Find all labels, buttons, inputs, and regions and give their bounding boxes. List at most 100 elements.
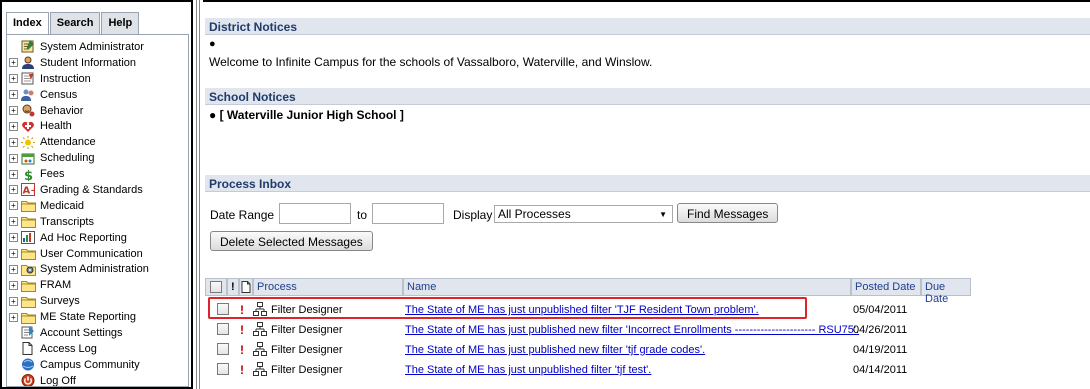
find-messages-button[interactable]: Find Messages <box>677 203 779 223</box>
nav-item-label: Attendance <box>40 136 96 149</box>
nav-item-grading-standards[interactable]: + A+ Grading & Standards <box>9 182 188 198</box>
process-cell: Filter Designer <box>271 324 343 336</box>
select-all-checkbox[interactable] <box>210 281 222 293</box>
nav-item-label: ME State Reporting <box>40 311 136 324</box>
expand-icon[interactable]: + <box>9 249 18 259</box>
nav-item-scheduling[interactable]: + Scheduling <box>9 150 188 166</box>
community-icon <box>21 358 35 371</box>
row-checkbox[interactable] <box>217 323 229 335</box>
fees-icon: $ <box>21 168 35 181</box>
row-checkbox[interactable] <box>217 363 229 375</box>
student-icon <box>21 56 35 70</box>
message-link[interactable]: The State of ME has just published new f… <box>405 339 705 359</box>
expand-icon[interactable]: + <box>9 137 18 147</box>
nav-item-label: Student Information <box>40 56 137 69</box>
nav-item-label: Access Log <box>40 342 97 355</box>
nav-item-account-settings[interactable]: Account Settings <box>9 325 188 341</box>
alert-column-header[interactable]: ! <box>227 278 239 296</box>
nav-item-census[interactable]: + Census <box>9 87 188 103</box>
nav-item-user-communication[interactable]: + User Communication <box>9 246 188 262</box>
expand-icon[interactable]: + <box>9 233 18 243</box>
posted-date-column-header[interactable]: Posted Date <box>851 278 921 296</box>
tab-search[interactable]: Search <box>49 12 101 34</box>
process-column-header[interactable]: Process <box>253 278 403 296</box>
nav-item-log-off[interactable]: Log Off <box>9 373 188 386</box>
expand-icon[interactable]: + <box>9 153 18 163</box>
nav-item-transcripts[interactable]: + Transcripts <box>9 214 188 230</box>
expand-icon[interactable]: + <box>9 264 18 274</box>
nav-item-me-state-reporting[interactable]: + ME State Reporting <box>9 309 188 325</box>
alert-icon: ! <box>240 343 244 357</box>
system-admin-icon <box>21 263 36 276</box>
nav-tree: System Administrator + Student Information… <box>6 34 189 387</box>
expand-icon[interactable]: + <box>9 90 18 100</box>
expand-icon[interactable]: + <box>9 280 18 290</box>
posted-date-cell: 04/19/2011 <box>853 344 908 356</box>
table-row: ! Filter Designer The State of ME has just… <box>205 359 975 379</box>
expand-icon[interactable]: + <box>9 217 18 227</box>
grading-icon: A+ <box>21 183 35 197</box>
date-to-input[interactable] <box>372 203 444 224</box>
name-column-header[interactable]: Name <box>403 278 851 296</box>
expand-icon[interactable]: + <box>9 185 18 195</box>
nav-item-label: Medicaid <box>40 199 85 212</box>
nav-tab-bar: Index Search Help <box>6 12 140 34</box>
process-inbox-header: Process Inbox <box>205 175 1090 192</box>
tab-index[interactable]: Index <box>6 12 49 34</box>
nav-item-fram[interactable]: + FRAM <box>9 277 188 293</box>
nav-item-label: Transcripts <box>40 215 94 228</box>
account-settings-icon <box>21 326 35 339</box>
nav-item-medicaid[interactable]: + Medicaid <box>9 198 188 214</box>
expand-icon[interactable]: + <box>9 106 18 115</box>
pane-splitter[interactable] <box>196 0 200 389</box>
nav-item-attendance[interactable]: + Attendance <box>9 134 188 150</box>
nav-item-student-information[interactable]: + Student Information <box>9 55 188 71</box>
nav-item-label: System Administrator <box>40 40 144 53</box>
expand-icon[interactable]: + <box>9 169 18 179</box>
due-date-column-header[interactable]: Due Date <box>921 278 971 305</box>
nav-item-label: Campus Community <box>40 358 140 371</box>
nav-item-behavior[interactable]: + Behavior <box>9 103 188 119</box>
expand-icon[interactable]: + <box>9 201 18 211</box>
nav-item-fees[interactable]: + $ Fees <box>9 166 188 182</box>
display-select[interactable]: All Processes ▼ <box>494 205 673 223</box>
row-checkbox[interactable] <box>217 343 229 355</box>
expand-icon[interactable]: + <box>9 312 18 322</box>
nav-item-instruction[interactable]: + Instruction <box>9 71 188 87</box>
nav-item-surveys[interactable]: + Surveys <box>9 293 188 309</box>
nav-item-campus-community[interactable]: Campus Community <box>9 357 188 373</box>
display-label: Display <box>453 208 493 222</box>
nav-item-label: Scheduling <box>40 152 95 165</box>
instruction-icon <box>21 72 35 85</box>
tab-help[interactable]: Help <box>101 12 140 34</box>
expand-icon[interactable]: + <box>9 74 18 84</box>
highlight-box <box>208 297 807 319</box>
table-header-row: ! Process Name Posted Date Due Date <box>205 278 975 305</box>
nav-item-access-log[interactable]: Access Log <box>9 341 188 357</box>
folder-icon <box>21 199 36 213</box>
nav-item-label: Surveys <box>40 295 80 308</box>
nav-tree-list: System Administrator + Student Information… <box>9 39 188 386</box>
date-from-input[interactable] <box>279 203 351 224</box>
process-cell: Filter Designer <box>271 364 343 376</box>
delete-selected-messages-button[interactable]: Delete Selected Messages <box>210 231 373 251</box>
chevron-down-icon[interactable]: ▼ <box>659 210 667 219</box>
notepad-icon <box>21 40 35 53</box>
nav-item-ad-hoc-reporting[interactable]: + Ad Hoc Reporting <box>9 230 188 246</box>
expand-icon[interactable]: + <box>9 296 18 306</box>
nav-item-system-administration[interactable]: + System Administration <box>9 261 188 277</box>
message-link[interactable]: The State of ME has just published new f… <box>405 319 859 339</box>
nav-item-label: Grading & Standards <box>40 183 143 196</box>
nav-item-system-administrator[interactable]: System Administrator <box>9 39 188 55</box>
process-icon <box>253 342 267 359</box>
message-link[interactable]: The State of ME has just unpublished fil… <box>405 359 651 379</box>
nav-item-health[interactable]: + Health <box>9 118 188 134</box>
school-notice-text: ● [ Waterville Junior High School ] <box>209 108 404 122</box>
table-row: ! Filter Designer The State of ME has just… <box>205 319 975 339</box>
expand-icon[interactable]: + <box>9 58 18 68</box>
expand-icon[interactable]: + <box>9 121 18 131</box>
nav-item-label: FRAM <box>40 279 72 292</box>
